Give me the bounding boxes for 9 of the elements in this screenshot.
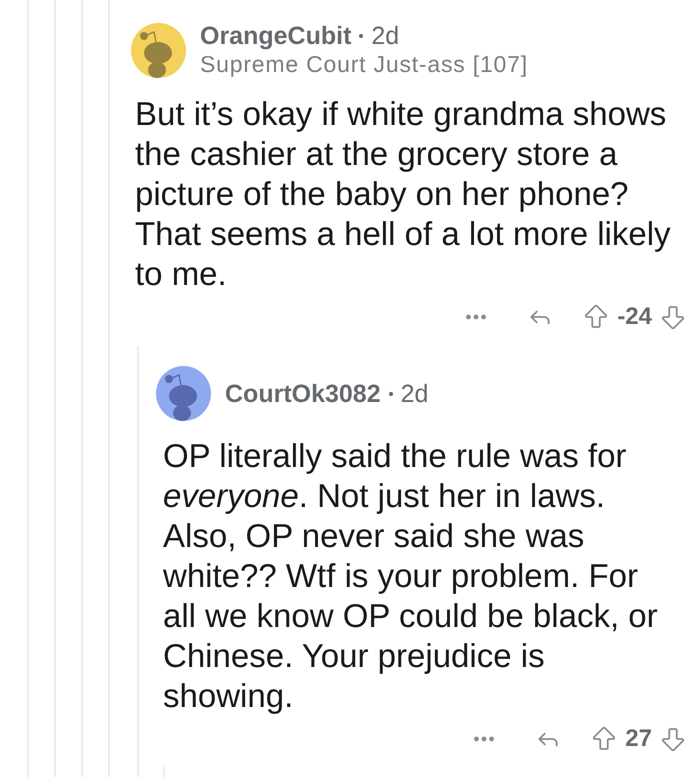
username[interactable]: OrangeCubit [200, 22, 352, 50]
user-flair: Supreme Court Just-ass [107] [200, 50, 528, 78]
comment-body: OP literally said the rule was for everyone. Not just her in laws. Also, OP never said she was white?? Wtf is your problem. For all we know OP could be black, or Chinese. Your prejudice is showing. [162, 436, 659, 716]
comment-age: 2d [400, 380, 428, 408]
comment-body: But it’s okay if white grandma shows the cashier at the grocery store a picture of the baby on her phone? That seems a hell of a lot more likely to me. [134, 94, 672, 294]
comment-age: 2d [371, 22, 400, 50]
vote-score: -24 [617, 302, 652, 332]
username[interactable]: CourtOk3082 [225, 380, 381, 408]
vote-score: 27 [625, 724, 652, 754]
